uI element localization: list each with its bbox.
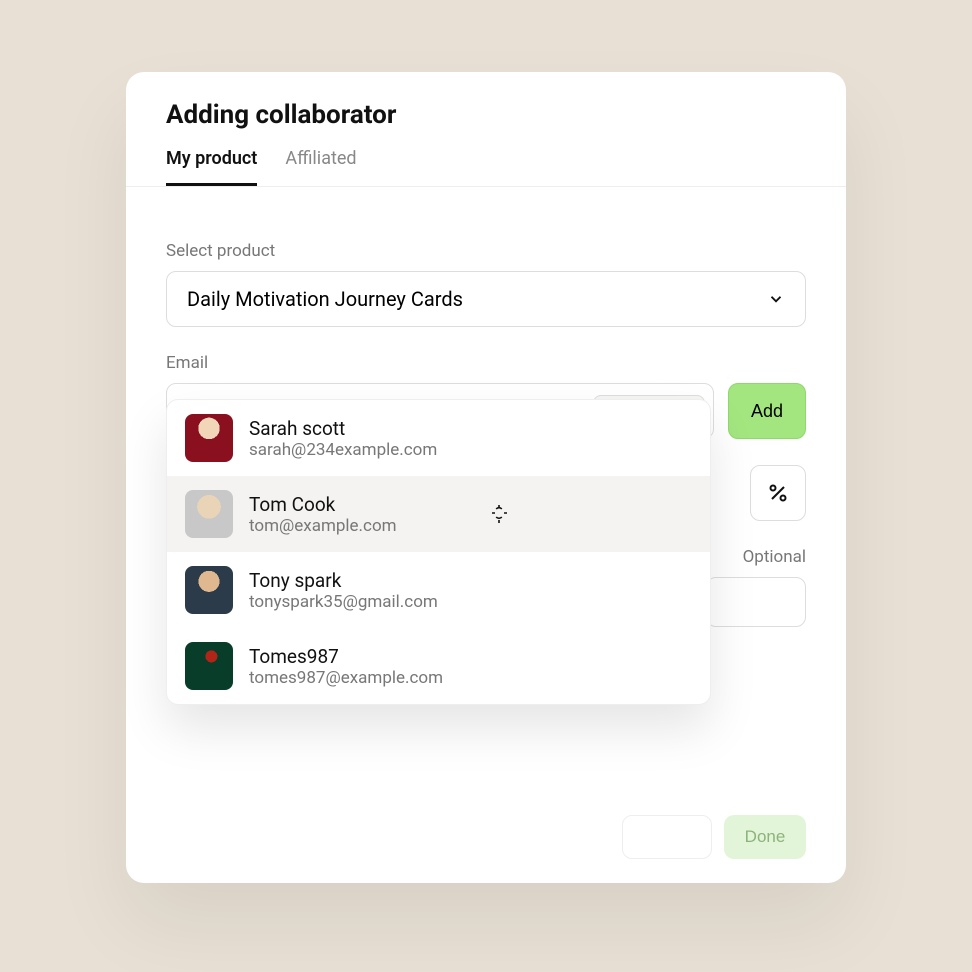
cursor-icon [490,503,510,525]
avatar [185,490,233,538]
avatar [185,566,233,614]
add-button[interactable]: Add [728,383,806,439]
percent-icon [766,481,790,505]
product-select[interactable]: Daily Motivation Journey Cards [166,271,806,327]
email-suggestions: Sarah scott sarah@234example.com Tom Coo… [166,399,711,705]
suggestion-email: tom@example.com [249,516,397,536]
product-select-value: Daily Motivation Journey Cards [187,287,463,311]
cancel-button[interactable] [622,815,712,859]
suggestion-name: Sarah scott [249,417,437,440]
select-product-label: Select product [166,241,806,261]
suggestion-item[interactable]: Tom Cook tom@example.com [167,476,710,552]
suggestion-item[interactable]: Tony spark tonyspark35@gmail.com [167,552,710,628]
done-button[interactable]: Done [724,815,806,859]
avatar [185,414,233,462]
tab-my-product[interactable]: My product [166,148,257,186]
tabs: My product Affiliated [126,148,846,187]
suggestion-name: Tony spark [249,569,438,592]
suggestion-item[interactable]: Sarah scott sarah@234example.com [167,400,710,476]
modal-title: Adding collaborator [166,100,806,130]
suggestion-item[interactable]: Tomes987 tomes987@example.com [167,628,710,704]
suggestion-email: sarah@234example.com [249,440,437,460]
right-column: Optional [706,465,806,627]
suggestion-name: Tom Cook [249,493,397,516]
suggestion-email: tomes987@example.com [249,668,443,688]
optional-input[interactable] [706,577,806,627]
avatar [185,642,233,690]
chevron-down-icon [767,290,785,308]
optional-label: Optional [743,547,806,567]
suggestion-name: Tomes987 [249,645,443,668]
percent-button[interactable] [750,465,806,521]
email-label: Email [166,353,806,373]
tab-affiliated[interactable]: Affiliated [285,148,356,186]
add-collaborator-modal: Adding collaborator My product Affiliate… [126,72,846,883]
suggestion-email: tonyspark35@gmail.com [249,592,438,612]
